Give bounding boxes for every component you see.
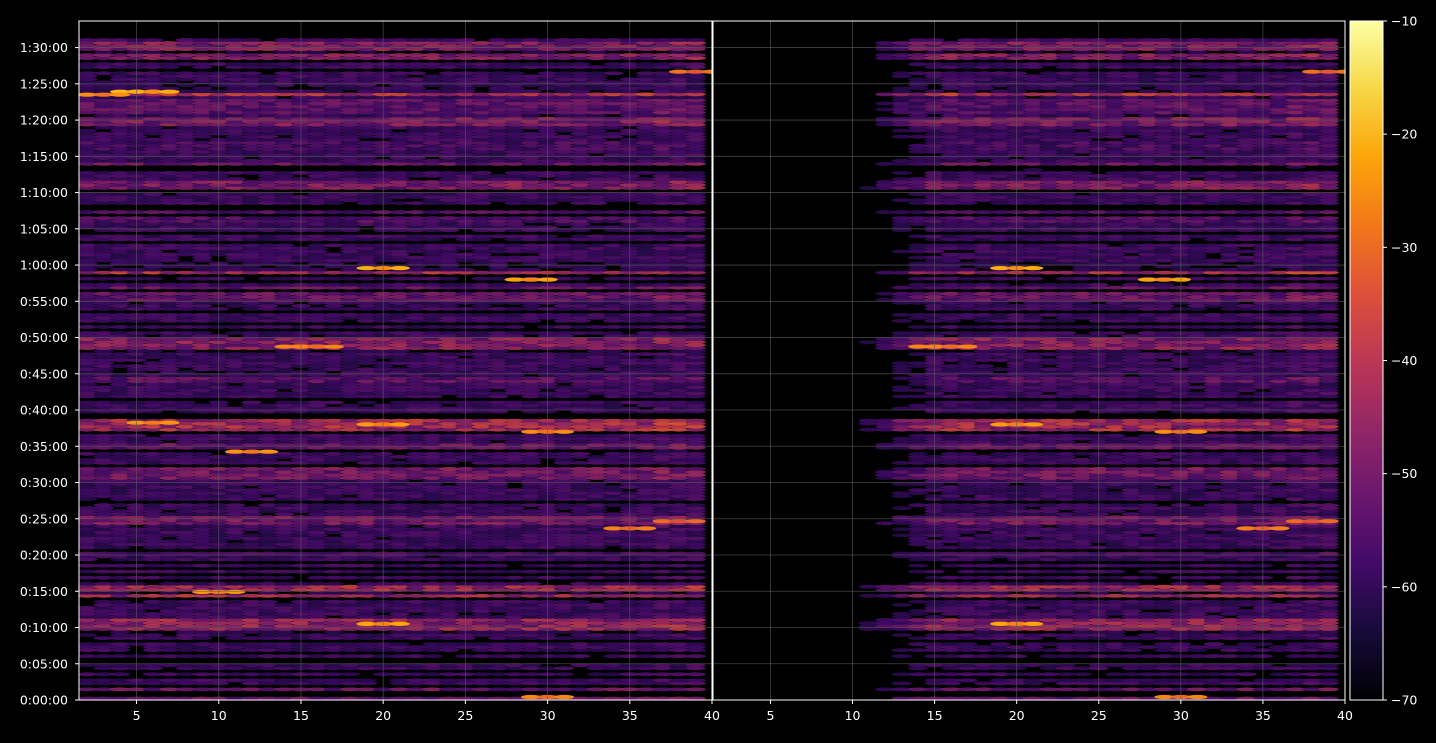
heat-cell — [553, 666, 575, 671]
heat-cell — [340, 403, 361, 408]
heat-cell — [685, 210, 706, 215]
heat-cell — [274, 575, 295, 580]
heat-cell — [685, 575, 706, 580]
heat-cell — [488, 563, 509, 568]
heat-cell — [685, 291, 706, 296]
heat-cell — [685, 216, 706, 221]
heat-cell — [570, 451, 591, 456]
heat-cell — [274, 243, 295, 248]
chart-canvas: 5 10 15 20 25 30 35 40 5 10 15 20 25 30 35 400:00:000:0… — [0, 0, 1436, 739]
heat-cell — [175, 400, 197, 405]
heat-cell — [422, 654, 443, 659]
heat-cell — [685, 313, 706, 317]
heat-cell — [685, 418, 706, 423]
heat-cell — [685, 276, 706, 281]
heat-cell — [109, 672, 131, 677]
heat-cell — [225, 177, 246, 181]
heat-cell — [603, 331, 624, 335]
heat-cell — [142, 633, 164, 637]
heat-cell — [307, 267, 328, 272]
heat-cell — [685, 569, 706, 574]
heat-cell — [570, 599, 591, 604]
heat-cell — [685, 503, 706, 508]
heat-cell — [570, 654, 591, 659]
heat-cell — [685, 687, 706, 692]
heat-cell — [685, 400, 706, 405]
heat-cell — [685, 654, 706, 659]
heat-cell — [685, 234, 706, 239]
heat-cell — [685, 282, 706, 287]
heat-cell — [685, 599, 706, 604]
spectrogram-chart: 5 10 15 20 25 30 35 40 5 10 15 20 25 30 35 40 0:00:00 0:0… — [0, 0, 1436, 739]
heat-cell — [504, 325, 525, 329]
heat-cell — [109, 599, 131, 604]
heat-cell — [685, 331, 706, 335]
heat-cell — [685, 451, 706, 456]
heat-cell — [356, 400, 377, 405]
heat-cell — [225, 503, 246, 508]
heat-cell — [685, 678, 706, 683]
heat-cell — [685, 467, 706, 471]
heat-cell — [685, 433, 706, 438]
heat-cell — [241, 400, 262, 405]
heat-cell — [685, 581, 706, 586]
heat-cell — [340, 672, 361, 677]
heat-cell — [192, 451, 213, 456]
heat-cell — [79, 633, 98, 637]
heat-cell — [323, 400, 344, 405]
heat-cell — [520, 581, 542, 586]
heat-cell — [685, 642, 706, 646]
heat-cell — [323, 581, 344, 586]
heat-cell — [685, 672, 706, 677]
heat-cell — [192, 331, 213, 335]
heat-cell — [553, 672, 575, 677]
heat-cell — [225, 276, 246, 281]
heat-cell — [356, 678, 377, 683]
heat-cell — [438, 276, 460, 281]
heat-cell — [685, 325, 706, 329]
heat-cell — [257, 599, 279, 604]
heat-cell — [520, 267, 542, 272]
heat-cell — [570, 276, 591, 281]
heat-cell — [389, 642, 410, 646]
heat-cell — [685, 243, 706, 248]
heat-cell — [142, 276, 164, 281]
heat-cell — [685, 563, 706, 568]
